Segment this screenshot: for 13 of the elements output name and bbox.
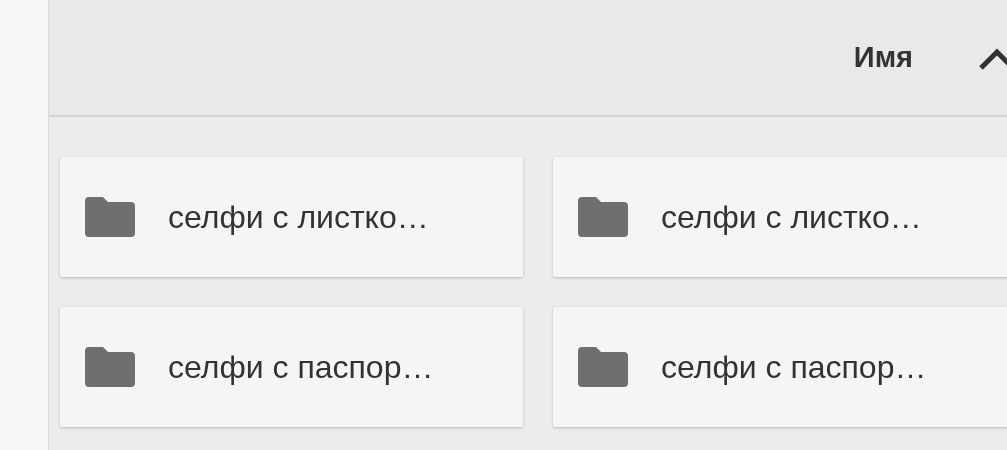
folder-icon bbox=[578, 197, 628, 237]
folder-icon bbox=[85, 197, 135, 237]
sort-label[interactable]: Имя bbox=[853, 41, 913, 74]
folder-icon bbox=[578, 347, 628, 387]
folder-card[interactable]: селфи с паспор… bbox=[60, 307, 523, 427]
folder-name: селфи с паспор… bbox=[661, 348, 927, 386]
folder-name: селфи с листко… bbox=[168, 198, 429, 236]
folder-card[interactable]: селфи с листко… bbox=[60, 157, 523, 277]
folder-name: селфи с листко… bbox=[661, 198, 922, 236]
folder-card[interactable]: селфи с листко… bbox=[553, 157, 1007, 277]
folder-icon bbox=[85, 347, 135, 387]
folder-card[interactable]: селфи с паспор… bbox=[553, 307, 1007, 427]
folder-name: селфи с паспор… bbox=[168, 348, 434, 386]
